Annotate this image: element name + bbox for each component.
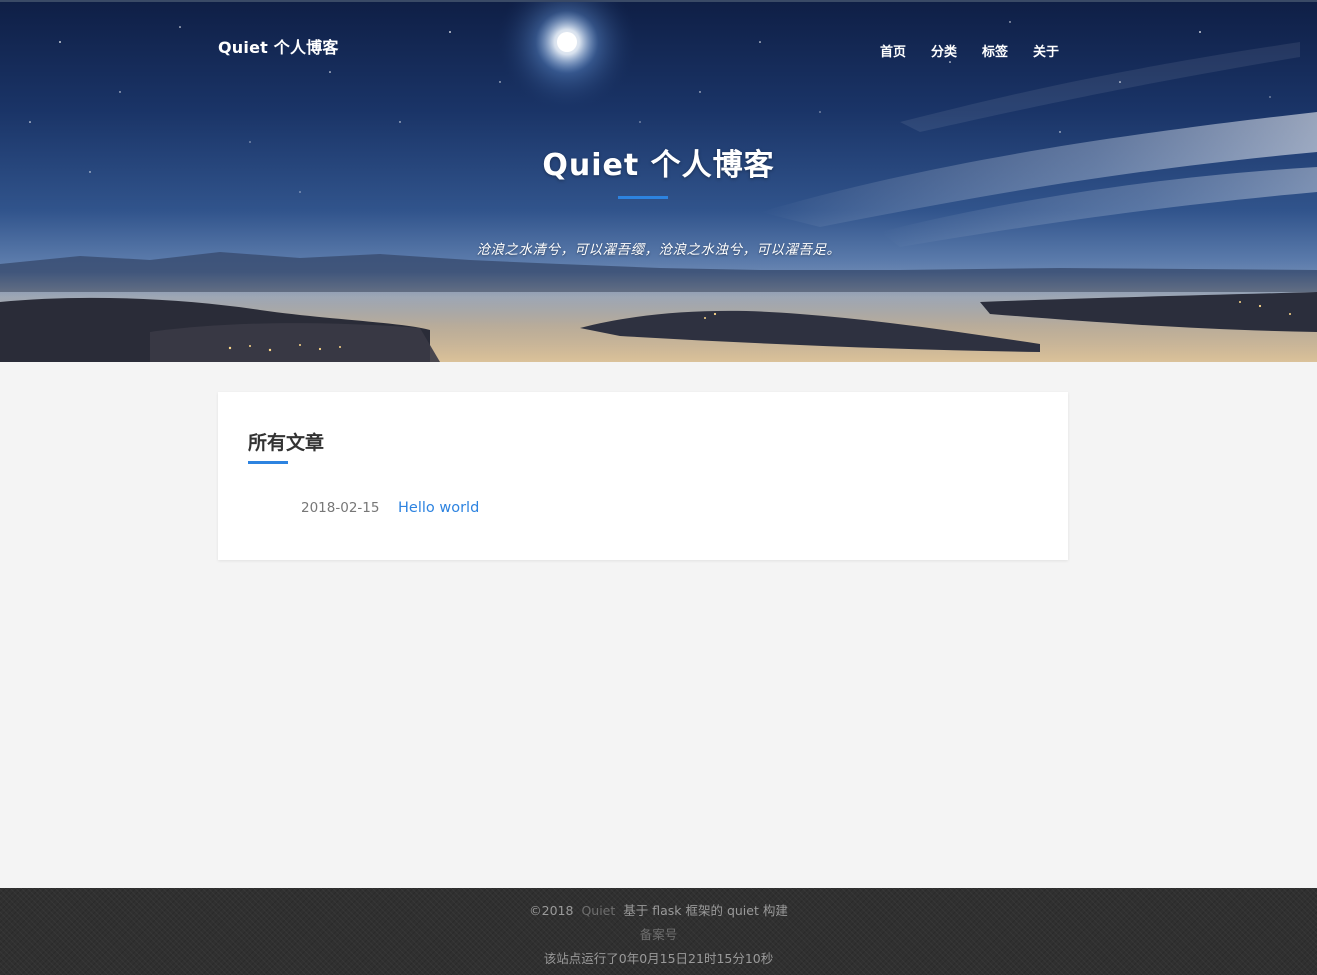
hero-quote: 沧浪之水清兮，可以濯吾缨，沧浪之水浊兮，可以濯吾足。	[476, 242, 841, 258]
nav-item-tags[interactable]: 标签	[982, 41, 1033, 60]
section-title: 所有文章	[248, 432, 325, 454]
article-list-card: 所有文章 2018-02-15 Hello world	[218, 392, 1068, 560]
hero-banner: Quiet 个人博客 首页 分类 标签 关于 Quiet 个人博客 沧浪之水清兮…	[0, 2, 1317, 362]
nav-item-home[interactable]: 首页	[880, 41, 931, 60]
hero-title: Quiet 个人博客	[542, 148, 775, 183]
uptime-text: 该站点运行了0年0月15日21时15分10秒	[543, 951, 774, 966]
post-title-link[interactable]: Hello world	[398, 500, 479, 516]
footer-copyright-line: ©2018 Quiet 基于 flask 框架的 quiet 构建	[0, 900, 1317, 919]
section-title-underline	[248, 461, 288, 464]
hero-title-underline	[618, 196, 668, 199]
list-item: 2018-02-15 Hello world	[301, 500, 479, 516]
built-with-text: 基于 flask 框架的 quiet 构建	[623, 903, 788, 918]
nav-item-categories[interactable]: 分类	[931, 41, 982, 60]
icp-number: 备案号	[639, 927, 678, 942]
main-nav: 首页 分类 标签 关于	[880, 41, 1084, 60]
page-footer: ©2018 Quiet 基于 flask 框架的 quiet 构建 备案号 该站…	[0, 888, 1317, 975]
nav-item-about[interactable]: 关于	[1033, 41, 1084, 60]
footer-site-link[interactable]: Quiet	[581, 903, 615, 918]
brand-logo-link[interactable]: Quiet 个人博客	[218, 34, 339, 58]
copyright-text: ©2018	[529, 903, 574, 918]
post-date: 2018-02-15	[301, 500, 380, 516]
